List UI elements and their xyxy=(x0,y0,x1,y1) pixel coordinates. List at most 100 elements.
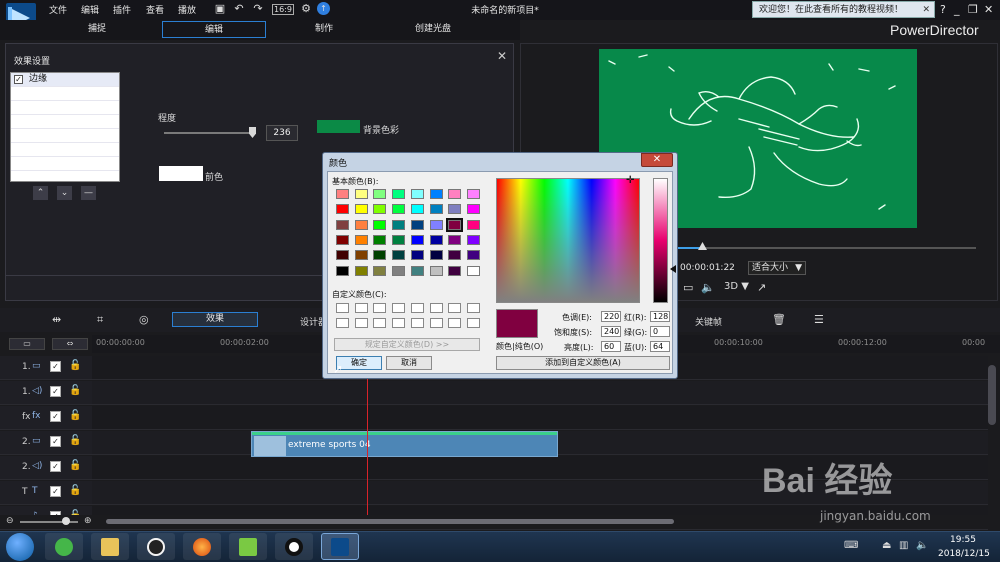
track-manager-icon[interactable]: ▭ xyxy=(9,338,45,350)
basic-color-swatch[interactable] xyxy=(429,204,443,215)
menu-plugins[interactable]: 插件 xyxy=(113,3,131,16)
blue-input[interactable]: 64 xyxy=(650,341,670,352)
define-custom-colors-button[interactable]: 规定自定义颜色(D) >> xyxy=(334,338,480,351)
help-button[interactable]: ? xyxy=(940,3,946,16)
basic-color-swatch[interactable] xyxy=(354,204,368,215)
effect-list[interactable]: ✓ 边缘 xyxy=(10,72,120,182)
restore-button[interactable]: ❐ xyxy=(968,3,978,16)
menu-playback[interactable]: 播放 xyxy=(178,3,196,16)
undo-icon[interactable]: ↶ xyxy=(232,2,246,16)
custom-color-swatch[interactable] xyxy=(410,303,424,313)
basic-color-swatch[interactable] xyxy=(410,250,424,261)
keyframe-button[interactable]: 关键帧 xyxy=(695,315,722,328)
basic-color-swatch[interactable] xyxy=(373,219,387,230)
luminance-input[interactable]: 60 xyxy=(601,341,621,352)
basic-color-swatch[interactable] xyxy=(373,250,387,261)
custom-color-swatch[interactable] xyxy=(448,303,462,313)
basic-color-swatch[interactable] xyxy=(466,234,480,245)
settings-gear-icon[interactable]: ⚙ xyxy=(299,2,313,16)
custom-color-swatch[interactable] xyxy=(466,303,480,313)
basic-color-swatch[interactable] xyxy=(392,189,406,199)
basic-color-swatch[interactable] xyxy=(429,250,443,261)
snapshot-icon[interactable]: ▭ xyxy=(683,281,693,294)
custom-color-swatch[interactable] xyxy=(336,318,349,328)
custom-color-swatch[interactable] xyxy=(392,303,406,313)
basic-color-swatch[interactable] xyxy=(466,189,480,199)
custom-color-swatch[interactable] xyxy=(429,303,443,313)
vertical-scrollbar[interactable] xyxy=(988,365,996,425)
menu-edit[interactable]: 编辑 xyxy=(81,3,99,16)
basic-color-swatch[interactable] xyxy=(336,234,349,245)
tab-create-disc[interactable]: 创建光盘 xyxy=(381,21,485,38)
basic-color-swatch[interactable] xyxy=(448,250,462,261)
save-icon[interactable]: ▣ xyxy=(213,2,227,16)
external-window-icon[interactable]: ↗ xyxy=(757,281,766,294)
basic-color-swatch[interactable] xyxy=(410,219,424,230)
fit-size-select[interactable]: 适合大小 ▼ xyxy=(748,261,806,275)
degree-slider[interactable] xyxy=(164,132,256,134)
track-enable-checkbox[interactable]: ✓ xyxy=(50,486,61,497)
basic-color-swatch[interactable] xyxy=(336,219,349,230)
custom-color-swatch[interactable] xyxy=(448,318,462,328)
basic-color-swatch[interactable] xyxy=(354,219,368,230)
clock-date[interactable]: 2018/12/15 xyxy=(938,549,990,559)
keyboard-icon[interactable]: ⌨ xyxy=(844,540,858,551)
start-button-icon[interactable] xyxy=(6,533,34,561)
aspect-ratio-icon[interactable]: 16:9 xyxy=(272,4,294,15)
lock-icon[interactable]: 🔓 xyxy=(69,360,81,371)
track-enable-checkbox[interactable]: ✓ xyxy=(50,436,61,447)
red-input[interactable]: 128 xyxy=(650,311,670,322)
basic-color-swatch[interactable] xyxy=(373,204,387,215)
basic-color-swatch[interactable] xyxy=(429,219,443,230)
list-item[interactable]: ✓ 边缘 xyxy=(11,73,119,87)
zoom-slider-thumb[interactable] xyxy=(62,517,70,525)
close-window-button[interactable]: ✕ xyxy=(984,3,993,16)
tab-produce[interactable]: 制作 xyxy=(272,21,376,38)
track-enable-checkbox[interactable]: ✓ xyxy=(50,411,61,422)
minimize-button[interactable]: _ xyxy=(954,3,960,16)
speaker-icon[interactable]: 🔈 xyxy=(916,540,928,551)
basic-color-swatch[interactable] xyxy=(466,265,480,276)
basic-color-swatch[interactable] xyxy=(448,204,462,215)
close-icon[interactable]: ✕ xyxy=(497,49,507,63)
degree-value-input[interactable]: 236 xyxy=(266,125,298,141)
upgrade-icon[interactable]: ↑ xyxy=(317,2,330,15)
lock-icon[interactable]: 🔓 xyxy=(69,385,81,396)
track-enable-checkbox[interactable]: ✓ xyxy=(50,361,61,372)
basic-color-swatch[interactable] xyxy=(336,204,349,215)
basic-color-swatch[interactable] xyxy=(336,265,349,276)
green-input[interactable]: 0 xyxy=(650,326,670,337)
fit-timeline-icon[interactable]: ⇔ xyxy=(52,338,88,350)
basic-color-swatch[interactable] xyxy=(354,265,368,276)
redo-icon[interactable]: ↷ xyxy=(251,2,265,16)
custom-color-swatch[interactable] xyxy=(410,318,424,328)
tab-capture[interactable]: 捕捉 xyxy=(45,21,149,38)
dialog-close-button[interactable]: ✕ xyxy=(641,153,673,167)
effect-button[interactable]: 效果 xyxy=(172,312,258,327)
track-lane[interactable] xyxy=(92,381,988,405)
lock-icon[interactable]: 🔓 xyxy=(69,460,81,471)
custom-color-swatch[interactable] xyxy=(429,318,443,328)
basic-color-swatch[interactable] xyxy=(466,250,480,261)
custom-color-swatch[interactable] xyxy=(466,318,480,328)
basic-color-swatch[interactable] xyxy=(392,265,406,276)
basic-color-swatch[interactable] xyxy=(410,189,424,199)
color-spectrum[interactable] xyxy=(496,178,640,303)
video-clip[interactable]: extreme sports 04 xyxy=(251,431,558,457)
tab-edit[interactable]: 编辑 xyxy=(162,21,266,38)
basic-color-swatch[interactable] xyxy=(336,250,349,261)
network-icon[interactable]: ▥ xyxy=(899,540,908,551)
welcome-close-icon[interactable]: ✕ xyxy=(922,2,930,19)
usb-icon[interactable]: ⏏ xyxy=(882,540,891,551)
3d-toggle-button[interactable]: 3D ▼ xyxy=(724,281,749,292)
basic-color-swatch[interactable] xyxy=(354,234,368,245)
luminance-arrow-icon[interactable] xyxy=(670,265,676,273)
lock-icon[interactable]: 🔓 xyxy=(69,485,81,496)
custom-color-swatch[interactable] xyxy=(354,318,368,328)
basic-color-swatch[interactable] xyxy=(466,219,480,230)
basic-color-swatch[interactable] xyxy=(429,189,443,199)
basic-color-swatch[interactable] xyxy=(448,234,462,245)
track-enable-checkbox[interactable]: ✓ xyxy=(50,386,61,397)
basic-color-swatch[interactable] xyxy=(373,265,387,276)
move-up-button[interactable]: ⌃ xyxy=(33,186,48,200)
